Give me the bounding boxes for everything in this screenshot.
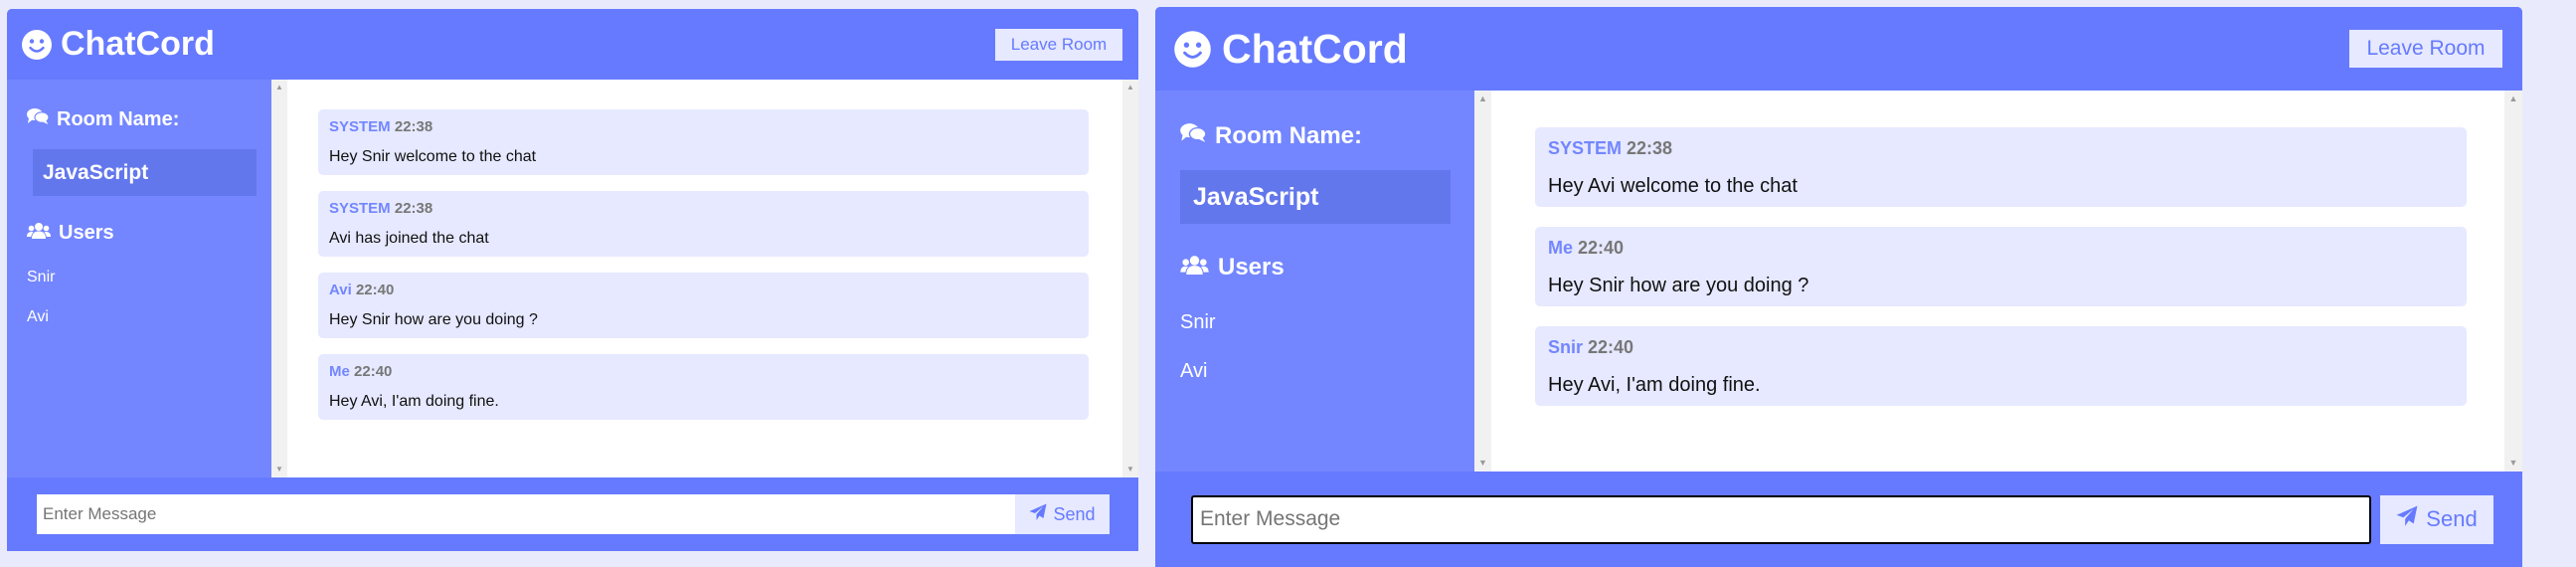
- user-item: Avi: [1180, 360, 1208, 382]
- leave-room-button[interactable]: Leave Room: [2349, 30, 2502, 68]
- message-text: Hey Snir how are you doing ?: [329, 311, 538, 328]
- message-meta: Snir 22:40: [1548, 337, 2454, 358]
- scroll-down-icon[interactable]: ▼: [271, 466, 287, 473]
- message-author: SYSTEM: [329, 200, 391, 217]
- message: SYSTEM 22:38 Hey Snir welcome to the cha…: [318, 109, 1089, 175]
- message-text: Hey Avi, I'am doing fine.: [1548, 374, 1761, 396]
- room-name: JavaScript: [1180, 170, 1451, 224]
- users-heading-label: Users: [59, 222, 114, 244]
- sidebar-scrollbar[interactable]: ▲ ▼: [271, 80, 287, 477]
- message: Snir 22:40 Hey Avi, I'am doing fine.: [1535, 326, 2467, 406]
- room-heading-label: Room Name:: [1215, 122, 1363, 149]
- message-input[interactable]: [37, 494, 1015, 534]
- paper-plane-icon: [2396, 505, 2418, 533]
- room-heading-label: Room Name:: [57, 107, 180, 130]
- message-author: SYSTEM: [329, 118, 391, 135]
- send-button[interactable]: Send: [2380, 494, 2493, 544]
- scroll-down-icon[interactable]: ▼: [1474, 459, 1491, 468]
- message-text: Hey Snir how are you doing ?: [1548, 275, 1809, 296]
- scroll-down-icon[interactable]: ▼: [1122, 466, 1138, 473]
- send-label: Send: [2426, 506, 2478, 531]
- message: Me 22:40 Hey Avi, I'am doing fine.: [318, 354, 1089, 420]
- user-item: Snir: [27, 269, 56, 285]
- user-item: Snir: [1180, 311, 1216, 333]
- smile-icon: [21, 29, 53, 61]
- room-name-heading: Room Name:: [27, 107, 252, 131]
- send-label: Send: [1053, 503, 1096, 524]
- comments-icon: [1180, 122, 1207, 150]
- message-meta: SYSTEM 22:38: [1548, 138, 2454, 159]
- chat-window-avi: ChatCord Leave Room Room Name: JavaScrip…: [1155, 7, 2522, 567]
- smile-icon: [1173, 30, 1212, 69]
- chat-messages[interactable]: ▲ ▼ SYSTEM 22:38 Hey Snir welcome to the…: [271, 80, 1138, 477]
- chat-window-snir: ChatCord Leave Room Room Name: JavaScrip…: [7, 9, 1138, 551]
- message-text: Hey Avi, I'am doing fine.: [329, 393, 499, 410]
- message-author: Me: [1548, 238, 1574, 258]
- message-author: Avi: [329, 282, 352, 298]
- sidebar: Room Name: JavaScript Users Snir Avi: [1155, 91, 1474, 472]
- scroll-up-icon[interactable]: ▲: [2504, 94, 2522, 103]
- users-icon: [27, 222, 51, 245]
- message-meta: SYSTEM 22:38: [329, 118, 1078, 135]
- users-list: Snir Avi: [1180, 311, 1450, 409]
- chat-form: Send: [7, 477, 1138, 551]
- message-meta: Me 22:40: [329, 363, 1078, 380]
- message-list: SYSTEM 22:38 Hey Avi welcome to the chat…: [1535, 127, 2467, 426]
- message-text: Hey Avi welcome to the chat: [1548, 175, 1798, 197]
- brand: ChatCord: [1173, 26, 1408, 73]
- users-list: Snir Avi: [27, 269, 252, 348]
- users-heading-label: Users: [1218, 254, 1285, 281]
- message-text: Avi has joined the chat: [329, 230, 489, 247]
- message: Me 22:40 Hey Snir how are you doing ?: [1535, 227, 2467, 306]
- scroll-up-icon[interactable]: ▲: [1474, 94, 1491, 103]
- chat-header: ChatCord Leave Room: [7, 9, 1138, 80]
- users-icon: [1180, 254, 1209, 282]
- message: SYSTEM 22:38 Hey Avi welcome to the chat: [1535, 127, 2467, 207]
- message-time: 22:38: [394, 200, 433, 217]
- leave-room-button[interactable]: Leave Room: [995, 28, 1122, 61]
- comments-icon: [27, 107, 50, 131]
- users-heading: Users: [27, 222, 252, 245]
- message-author: Me: [329, 363, 350, 380]
- room-name-heading: Room Name:: [1180, 122, 1450, 150]
- user-item: Avi: [27, 308, 49, 325]
- message-meta: Avi 22:40: [329, 282, 1078, 298]
- chat-form: Send: [1155, 472, 2522, 567]
- brand: ChatCord: [21, 25, 215, 64]
- message-author: Snir: [1548, 337, 1584, 357]
- chat-scrollbar[interactable]: ▲ ▼: [1122, 80, 1138, 477]
- message-meta: SYSTEM 22:38: [329, 200, 1078, 217]
- message-time: 22:38: [394, 118, 433, 135]
- chat-header: ChatCord Leave Room: [1155, 7, 2522, 91]
- sidebar-scrollbar[interactable]: ▲ ▼: [1474, 91, 1491, 472]
- users-heading: Users: [1180, 254, 1450, 282]
- message-list: SYSTEM 22:38 Hey Snir welcome to the cha…: [318, 109, 1089, 436]
- send-button[interactable]: Send: [1015, 494, 1110, 534]
- message-author: SYSTEM: [1548, 138, 1623, 158]
- room-name: JavaScript: [33, 149, 257, 196]
- message-time: 22:40: [354, 363, 393, 380]
- scroll-up-icon[interactable]: ▲: [271, 84, 287, 92]
- message-time: 22:38: [1627, 138, 1673, 158]
- brand-name: ChatCord: [1222, 25, 1408, 72]
- scroll-down-icon[interactable]: ▼: [2504, 459, 2522, 468]
- sidebar: Room Name: JavaScript Users Snir Avi: [7, 80, 271, 477]
- message-meta: Me 22:40: [1548, 238, 2454, 259]
- message-time: 22:40: [1588, 337, 1634, 357]
- message: SYSTEM 22:38 Avi has joined the chat: [318, 191, 1089, 257]
- message-time: 22:40: [1578, 238, 1625, 258]
- paper-plane-icon: [1029, 503, 1047, 526]
- scroll-up-icon[interactable]: ▲: [1122, 84, 1138, 92]
- message-text: Hey Snir welcome to the chat: [329, 148, 537, 165]
- chat-scrollbar[interactable]: ▲ ▼: [2504, 91, 2522, 472]
- message: Avi 22:40 Hey Snir how are you doing ?: [318, 273, 1089, 338]
- brand-name: ChatCord: [61, 25, 215, 63]
- message-input[interactable]: [1191, 494, 2371, 544]
- chat-messages[interactable]: ▲ ▼ SYSTEM 22:38 Hey Avi welcome to the …: [1474, 91, 2522, 472]
- message-time: 22:40: [355, 282, 395, 298]
